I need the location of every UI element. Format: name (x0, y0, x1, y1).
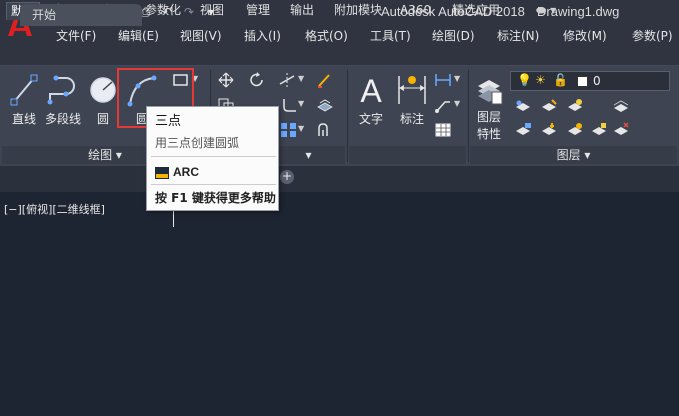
layer-current-value: 0 (593, 74, 601, 88)
polyline-icon (47, 75, 75, 105)
menu-tools[interactable]: 工具(T) (370, 27, 411, 44)
layer-on-icon: 💡 (517, 73, 532, 87)
text-icon: A (360, 73, 382, 108)
line-label: 直线 (11, 112, 36, 126)
layer-dropdown[interactable]: 💡 ☀ 🔓 0 (510, 71, 670, 91)
fillet-icon[interactable] (280, 97, 298, 113)
polyline-tool[interactable]: 多段线 (44, 72, 82, 127)
layer-tool-7-icon[interactable] (566, 122, 584, 138)
tooltip-title: 三点 (155, 114, 182, 129)
array-dropdown-icon[interactable]: ▼ (298, 124, 304, 133)
move-icon[interactable] (217, 72, 235, 88)
explode-icon[interactable] (316, 97, 334, 113)
rotate-icon[interactable] (248, 72, 266, 88)
tab-parametric[interactable]: 参数化 (141, 2, 185, 20)
menu-modify[interactable]: 修改(M) (563, 27, 607, 44)
line-icon (10, 74, 38, 106)
command-icon (155, 167, 169, 179)
layer-properties-label-2: 特性 (476, 127, 501, 141)
circle-tool[interactable]: 圆 (88, 72, 118, 127)
table-icon[interactable] (434, 122, 452, 138)
layer-properties-label-1: 图层 (476, 110, 501, 124)
menu-format[interactable]: 格式(O) (305, 27, 348, 44)
menu-edit[interactable]: 编辑(E) (118, 27, 159, 44)
line-tool[interactable]: 直线 (10, 72, 38, 127)
tab-featured-apps[interactable]: 精选应用 (448, 2, 504, 20)
dimension-label: 标注 (399, 112, 424, 126)
layer-color-swatch (577, 76, 588, 87)
polyline-label: 多段线 (44, 112, 81, 126)
circle-label: 圆 (96, 112, 109, 126)
tooltip-help-text: 按 F1 键获得更多帮助 (155, 191, 276, 205)
tooltip-divider (151, 156, 276, 157)
layer-panel-dropdown-icon: ▾ (584, 148, 591, 162)
dimension-icon (398, 76, 426, 104)
tab-a360[interactable]: A360 (396, 2, 435, 20)
panel-separator (468, 70, 469, 162)
svg-text:A: A (360, 73, 382, 108)
leader-dropdown-icon[interactable]: ▼ (454, 99, 460, 108)
dimension-tool[interactable]: 标注 (396, 72, 428, 127)
layer-tool-2-icon[interactable] (540, 98, 558, 114)
panel-separator (347, 70, 348, 162)
layer-tool-6-icon[interactable] (540, 122, 558, 138)
menu-draw[interactable]: 绘图(D) (432, 27, 475, 44)
linear-dim-icon[interactable] (434, 72, 452, 88)
draw-panel-dropdown-icon: ▾ (115, 148, 122, 162)
array-icon[interactable] (280, 122, 298, 138)
menu-dimension[interactable]: 标注(N) (497, 27, 539, 44)
new-tab-icon[interactable]: + (280, 170, 294, 184)
document-tab-bar (0, 166, 679, 192)
tab-view[interactable]: 视图 (196, 2, 228, 20)
layer-panel-title: 图层 (556, 148, 581, 162)
drawing-canvas[interactable] (0, 192, 679, 416)
layer-panel-footer[interactable]: 图层 ▾ (470, 146, 677, 164)
tab-output[interactable]: 输出 (286, 2, 318, 20)
tab-addins[interactable]: 附加模块 (330, 2, 386, 20)
text-tool[interactable]: A 文字 (356, 72, 386, 127)
linear-dim-dropdown-icon[interactable]: ▼ (454, 74, 460, 83)
layer-tool-3-icon[interactable] (566, 98, 584, 114)
circle-icon (90, 77, 116, 103)
arc-tooltip: 三点 用三点创建圆弧 ARC 按 F1 键获得更多帮助 (146, 106, 279, 211)
layer-tool-8-icon[interactable] (590, 122, 608, 138)
layer-tool-5-icon[interactable] (514, 122, 532, 138)
offset-icon[interactable] (316, 122, 334, 138)
menu-insert[interactable]: 插入(I) (244, 27, 281, 44)
erase-icon[interactable] (316, 72, 334, 88)
modify-panel-dropdown-icon: ▾ (305, 148, 312, 162)
ribbon-options-icon[interactable]: ⬬ ▾ (532, 2, 560, 20)
fillet-dropdown-icon[interactable]: ▼ (298, 99, 304, 108)
ribbon-tab-bar (0, 46, 679, 66)
tooltip-divider (151, 184, 276, 185)
start-tab[interactable]: 开始 (20, 4, 142, 26)
tab-manage[interactable]: 管理 (242, 2, 274, 20)
text-label: 文字 (358, 112, 383, 126)
tooltip-description: 用三点创建圆弧 (155, 136, 240, 150)
trim-dropdown-icon[interactable]: ▼ (298, 74, 304, 83)
menu-parametric[interactable]: 参数(P) (632, 27, 673, 44)
layer-thaw-icon: ☀ (535, 73, 546, 87)
layer-tool-1-icon[interactable] (514, 98, 532, 114)
layer-tool-9-icon[interactable] (612, 122, 630, 138)
trim-icon[interactable] (278, 72, 296, 88)
viewport-controls-label[interactable]: [−][俯视][二维线框] (4, 201, 105, 217)
layer-tool-4-icon[interactable] (612, 98, 630, 114)
leader-icon[interactable] (434, 97, 452, 113)
annotation-panel-footer[interactable] (349, 146, 466, 164)
layer-unlock-icon: 🔓 (553, 73, 568, 87)
tooltip-command-name: ARC (173, 165, 199, 179)
layer-properties-tool[interactable]: 图层 特性 (474, 72, 504, 142)
menu-view[interactable]: 视图(V) (180, 27, 222, 44)
draw-panel-title: 绘图 (88, 148, 113, 162)
layer-properties-icon (478, 80, 503, 105)
start-tab-label: 开始 (32, 8, 57, 22)
menu-file[interactable]: 文件(F) (56, 27, 96, 44)
